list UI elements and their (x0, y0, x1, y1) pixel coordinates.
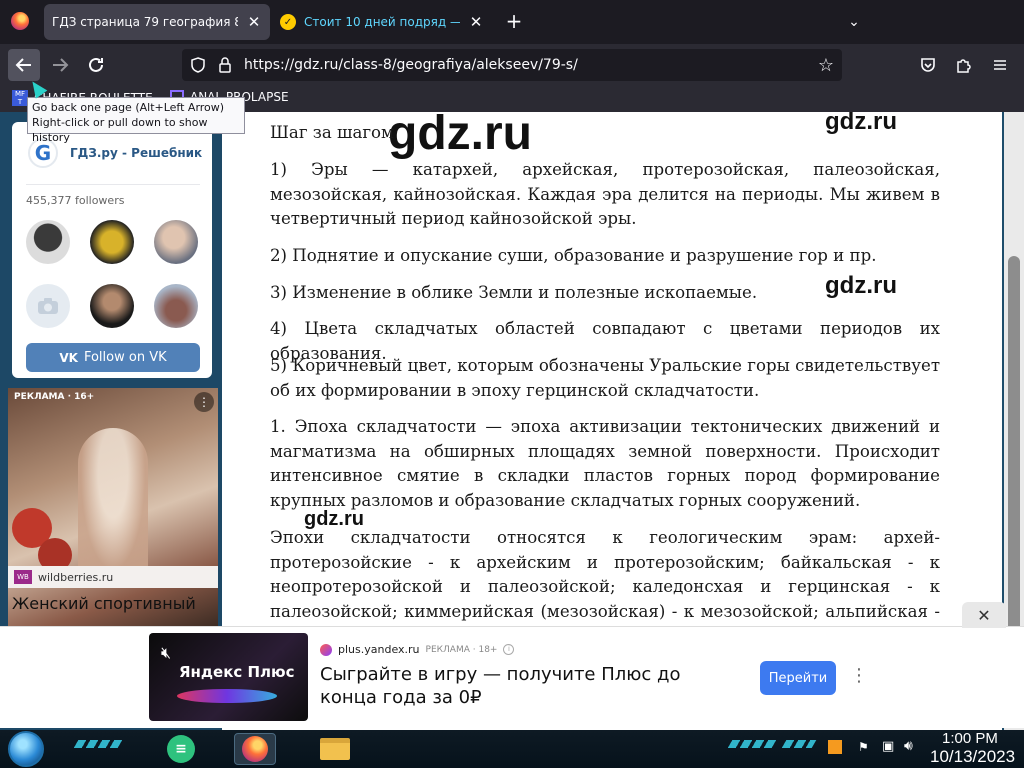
yandex-plus-logo-icon (320, 643, 332, 656)
info-icon[interactable]: i (503, 644, 515, 655)
folder-icon (320, 738, 350, 760)
list-all-tabs-chevron-down-icon[interactable]: ⌄ (842, 10, 866, 34)
scrollbar-thumb[interactable] (1008, 256, 1020, 636)
tray-flag-icon[interactable]: ⚑ (858, 740, 869, 754)
divider (26, 184, 200, 185)
avatar[interactable] (26, 220, 70, 264)
new-tab-button[interactable]: + (502, 10, 526, 34)
solution-paragraph: 2) Поднятие и опускание суши, образовани… (270, 246, 877, 265)
solution-paragraph: 3) Изменение в облике Земли и полезные и… (270, 283, 758, 302)
url-text[interactable]: https://gdz.ru/class-8/geografiya/alekse… (244, 57, 578, 73)
tab-second[interactable]: ✓ Стоит 10 дней подряд — купи ✕ (272, 4, 492, 40)
pocket-icon (921, 58, 935, 72)
solution-paragraph: 5) Коричневый цвет, которым обозначены У… (270, 356, 940, 400)
side-advertisement[interactable]: РЕКЛАМА · 16+ ⋮ WB wildberries.ru Женски… (8, 388, 218, 628)
taskbar-app-notes[interactable]: ≡ (160, 733, 202, 765)
ad-label: РЕКЛАМА · 18+ (425, 644, 498, 655)
ad-image-text: Яндекс Плюс (179, 663, 295, 681)
pocket-button[interactable] (912, 49, 944, 81)
taskbar-app-firefox[interactable] (234, 733, 276, 765)
taskbar-decor (73, 740, 123, 748)
solution-paragraph: 1) Эры — катархей, архейская, протерозой… (270, 160, 940, 228)
close-tab-icon[interactable]: ✕ (468, 13, 484, 31)
tab-label: ГДЗ страница 79 география 8 класс (52, 15, 238, 29)
back-button[interactable] (8, 49, 40, 81)
close-tab-icon[interactable]: ✕ (246, 13, 262, 31)
ad-domain: plus.yandex.ru (338, 643, 420, 656)
ad-source-row: plus.yandex.ru РЕКЛАМА · 18+ i (320, 643, 515, 656)
ad-headline[interactable]: Сыграйте в игру — получите Плюс до конца… (320, 663, 740, 709)
tab-label: Стоит 10 дней подряд — купи (304, 15, 460, 29)
vk-logo-icon: VK (59, 350, 78, 365)
volume-icon[interactable]: 🔊︎ (904, 738, 913, 754)
firefox-menu-icon[interactable] (11, 12, 29, 30)
ad-headline[interactable]: Женский спортивный (12, 594, 196, 613)
avatar[interactable] (26, 284, 70, 328)
solution-heading: Шаг за шагом (270, 123, 394, 142)
ad-image-decor (177, 689, 277, 703)
tab-strip: ГДЗ страница 79 география 8 класс ✕ ✓ Ст… (0, 0, 1024, 44)
close-ad-button[interactable]: ✕ (962, 602, 1006, 628)
app-menu-button[interactable] (984, 49, 1016, 81)
arrow-right-icon (53, 58, 69, 72)
ad-figure (78, 428, 148, 578)
start-button[interactable] (8, 731, 44, 767)
hamburger-icon (994, 60, 1006, 70)
follow-on-vk-button[interactable]: VK Follow on VK (26, 343, 200, 372)
bookmark-favicon-icon: MF T (12, 90, 28, 106)
ad-domain: wildberries.ru (38, 570, 114, 584)
taskbar-decor (727, 740, 777, 748)
ad-domain-bar: WB wildberries.ru (8, 566, 218, 588)
close-icon: ✕ (977, 605, 991, 625)
clock-time[interactable]: 1:00 PM (942, 730, 998, 747)
avatar[interactable] (154, 220, 198, 264)
forward-button[interactable] (44, 49, 76, 81)
tab-gdz[interactable]: ГДЗ страница 79 география 8 класс ✕ (44, 4, 270, 40)
avatar[interactable] (154, 284, 198, 328)
wildberries-logo-icon: WB (14, 570, 32, 584)
taskbar: ≡ ⚑ ▣ 🔊︎ 1:00 PM 10/13/2023 (0, 730, 1024, 768)
bottom-advertisement[interactable]: 🔇︎ Яндекс Плюс plus.yandex.ru РЕКЛАМА · … (0, 626, 1024, 728)
clock-date[interactable]: 10/13/2023 (930, 747, 1015, 767)
lock-icon[interactable] (218, 57, 232, 73)
camera-icon (38, 298, 58, 314)
puzzle-icon (957, 59, 971, 73)
reload-icon (89, 57, 103, 72)
follow-label: Follow on VK (83, 350, 167, 365)
tooltip-line: Right-click or pull down to show history (32, 116, 208, 144)
tracking-shield-icon[interactable] (190, 57, 206, 73)
solution-paragraph: 1. Эпоха складчатости — эпоха активизаци… (270, 417, 940, 510)
bookmark-star-icon[interactable]: ☆ (818, 55, 834, 76)
ad-more-options-icon[interactable]: ⋮ (850, 665, 868, 686)
avatar[interactable] (90, 220, 134, 264)
notes-app-icon: ≡ (167, 735, 195, 763)
tray-flag-icon[interactable] (828, 740, 842, 754)
url-bar[interactable]: https://gdz.ru/class-8/geografiya/alekse… (182, 49, 842, 81)
ad-options-icon[interactable]: ⋮ (194, 392, 214, 412)
yandex-favicon-icon: ✓ (280, 14, 296, 30)
avatar[interactable] (90, 284, 134, 328)
tooltip-line: Go back one page (Alt+Left Arrow) (32, 101, 225, 114)
arrow-left-icon (15, 58, 31, 72)
ad-label: РЕКЛАМА · 16+ (14, 392, 95, 402)
back-button-tooltip: Go back one page (Alt+Left Arrow) Right-… (27, 97, 245, 144)
navigation-toolbar: https://gdz.ru/class-8/geografiya/alekse… (0, 44, 1024, 86)
vk-group-name[interactable]: ГДЗ.ру - Решебник (70, 146, 202, 160)
vk-widget: G ГДЗ.ру - Решебник 455,377 followers VK… (12, 122, 212, 378)
reload-button[interactable] (80, 49, 112, 81)
taskbar-decor (781, 740, 817, 748)
extensions-button[interactable] (948, 49, 980, 81)
firefox-icon (242, 736, 268, 762)
followers-count: 455,377 followers (26, 194, 125, 207)
ad-image[interactable]: 🔇︎ Яндекс Плюс (149, 633, 308, 721)
muted-speaker-icon[interactable]: 🔇︎ (161, 643, 171, 663)
taskbar-app-files[interactable] (314, 733, 356, 765)
ad-go-button[interactable]: Перейти (760, 661, 836, 695)
network-icon[interactable]: ▣ (882, 739, 894, 754)
